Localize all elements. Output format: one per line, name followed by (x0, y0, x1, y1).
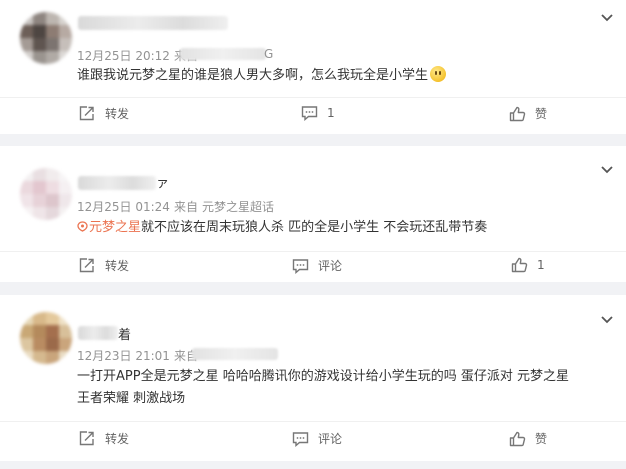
divider (0, 251, 626, 252)
username-tail: 着 (118, 328, 132, 343)
comment-text: 元梦之星就不应该在周末玩狼人杀 匹的全是小学生 不会玩还乱带节奏 (77, 217, 487, 239)
repost-label: 转发 (105, 432, 130, 446)
comment-button[interactable]: 评论 (292, 257, 342, 274)
like-icon (509, 106, 526, 121)
like-count: 1 (537, 258, 545, 272)
comment-count: 1 (327, 106, 335, 120)
divider (0, 421, 626, 422)
comment-label: 评论 (318, 432, 343, 446)
comment-label: 评论 (318, 259, 343, 273)
comment-text: 一打开APP全是元梦之星 哈哈哈腾讯你的游戏设计给小学生玩的吗 蛋仔派对 元梦之… (77, 366, 569, 410)
comment-meta: 12月23日 21:01 来自 (77, 347, 202, 364)
comment-card-3: 着 12月23日 21:01 来自 一打开APP全是元梦之星 哈哈哈腾讯你的游戏设… (0, 295, 626, 461)
like-label: 赞 (535, 107, 548, 121)
source-masked (192, 348, 278, 360)
repost-button[interactable]: 转发 (78, 105, 129, 122)
comment-card-1: 12月25日 20:12来自 G 谁跟我说元梦之星的谁是狼人男大多啊，怎么我玩全… (0, 0, 626, 134)
repost-label: 转发 (105, 107, 130, 121)
like-label: 赞 (535, 432, 548, 446)
source-link[interactable]: 元梦之星超话 (202, 200, 274, 214)
username-masked[interactable] (78, 176, 156, 190)
comment-text-body: 就不应该在周末玩狼人杀 匹的全是小学生 不会玩还乱带节奏 (141, 220, 488, 235)
source-prefix: 来自 (173, 200, 198, 214)
like-button[interactable]: 赞 (509, 430, 547, 447)
comment-icon (292, 258, 309, 274)
smile-emoji-icon (430, 66, 447, 82)
supertopic-label: 元梦之星 (89, 220, 142, 235)
comment-meta: 12月25日 01:24 来自 元梦之星超话 (77, 198, 278, 215)
avatar[interactable] (20, 12, 72, 64)
comment-text-body: 谁跟我说元梦之星的谁是狼人男大多啊，怎么我玩全是小学生 (77, 68, 429, 83)
like-button[interactable]: 赞 (509, 105, 547, 122)
avatar[interactable] (20, 168, 72, 220)
repost-icon (79, 258, 94, 273)
comment-date: 12月23日 21:01 (77, 349, 170, 363)
comment-button[interactable]: 评论 (292, 430, 342, 447)
comment-date: 12月25日 20:12 (77, 49, 170, 63)
supertopic-tag[interactable]: 元梦之星 (77, 220, 141, 235)
username-masked[interactable] (78, 326, 118, 340)
source-masked (180, 48, 266, 60)
divider (0, 97, 626, 98)
username-tail: ァ (156, 176, 170, 191)
comment-text-line-1: 一打开APP全是元梦之星 哈哈哈腾讯你的游戏设计给小学生玩的吗 蛋仔派对 元梦之… (77, 369, 569, 384)
comment-card-2: ァ 12月25日 01:24 来自 元梦之星超话 元梦之星就不应该在周末玩狼人杀 匹… (0, 146, 626, 282)
chevron-down-icon[interactable] (600, 13, 614, 23)
repost-icon (79, 431, 94, 446)
chevron-down-icon[interactable] (600, 165, 614, 175)
comment-icon (292, 431, 309, 447)
repost-label: 转发 (105, 259, 130, 273)
repost-button[interactable]: 转发 (78, 257, 129, 274)
comment-button[interactable]: 1 (301, 105, 335, 121)
supertopic-icon (77, 221, 88, 232)
like-icon (509, 431, 526, 446)
avatar[interactable] (20, 312, 72, 364)
comment-date: 12月25日 01:24 (77, 200, 170, 214)
repost-button[interactable]: 转发 (78, 430, 129, 447)
comment-text: 谁跟我说元梦之星的谁是狼人男大多啊，怎么我玩全是小学生 (77, 65, 447, 87)
username-masked[interactable] (78, 16, 228, 30)
comment-text-line-2: 王者荣耀 刺激战场 (77, 391, 186, 406)
like-icon (511, 257, 528, 273)
chevron-down-icon[interactable] (600, 315, 614, 325)
repost-icon (79, 106, 94, 121)
source-tail: G (264, 47, 274, 61)
comment-icon (301, 106, 318, 121)
like-button[interactable]: 1 (511, 257, 545, 273)
